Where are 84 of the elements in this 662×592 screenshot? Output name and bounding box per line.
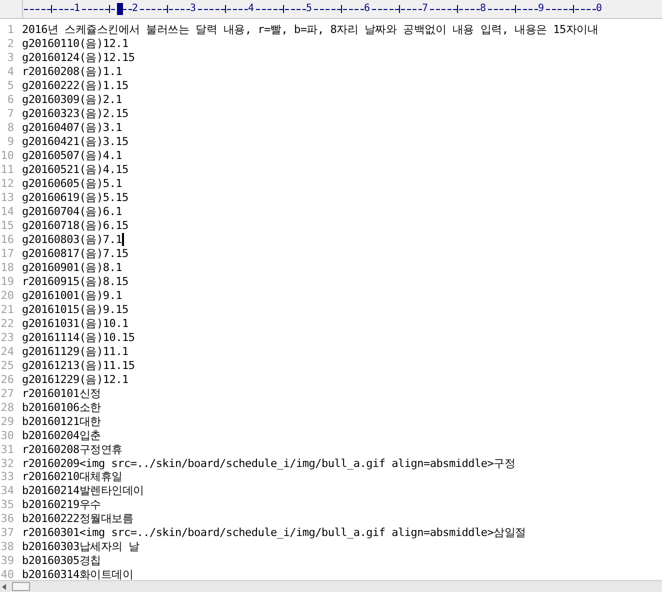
line-number: 18 xyxy=(0,260,14,274)
line-number: 40 xyxy=(0,568,14,580)
line-number: 2 xyxy=(6,37,14,50)
line-number: 34 xyxy=(0,484,14,498)
text-line[interactable]: g20160124(음)12.15 xyxy=(22,51,137,64)
text-line[interactable]: 2016년 스케쥴스킨에서 불러쓰는 달력 내용, r=빨, b=파, 8자리 날짜와 공백없이 내용 입력, 내용은 15자이내 xyxy=(22,23,600,36)
text-line[interactable]: r20160208(음)1.1 xyxy=(22,65,124,78)
text-line[interactable]: g20160407(음)3.1 xyxy=(22,121,124,134)
line-number: 12 xyxy=(0,177,14,190)
text-line[interactable]: b20160214발렌타인데이 xyxy=(22,484,146,498)
text-line[interactable]: b20160121대한 xyxy=(22,414,103,428)
text-line[interactable]: g20161229(음)12.1 xyxy=(22,372,130,386)
text-line[interactable]: r20160209<img src=../skin/board/schedule_i/img/bull_a.gif align=absmiddle>구정 xyxy=(22,456,518,470)
horizontal-scrollbar[interactable] xyxy=(0,580,662,592)
line-number: 6 xyxy=(6,93,14,106)
text-line[interactable]: g20160309(음)2.1 xyxy=(22,93,124,106)
line-number: 28 xyxy=(0,400,14,414)
line-number: 23 xyxy=(0,330,14,344)
ruler-cursor-marker xyxy=(117,3,123,15)
line-number: 17 xyxy=(0,246,14,260)
line-number: 32 xyxy=(0,456,14,470)
line-number: 15 xyxy=(0,219,14,232)
line-number: 13 xyxy=(0,191,14,204)
text-line[interactable]: g20160901(음)8.1 xyxy=(22,260,124,274)
text-line[interactable]: g20160110(음)12.1 xyxy=(22,37,130,50)
text-line[interactable]: b20160204입춘 xyxy=(22,428,103,442)
line-number: 20 xyxy=(0,288,14,302)
text-line[interactable]: g20160521(음)4.15 xyxy=(22,163,130,176)
text-line[interactable]: g20160704(음)6.1 xyxy=(22,205,124,218)
line-number: 33 xyxy=(0,470,14,484)
text-line[interactable]: g20160718(음)6.15 xyxy=(22,219,130,232)
line-number: 5 xyxy=(6,79,14,92)
line-number: 16 xyxy=(0,233,14,246)
text-line[interactable]: g20161031(음)10.1 xyxy=(22,316,130,330)
text-line[interactable]: b20160106소한 xyxy=(22,400,103,414)
line-number: 21 xyxy=(0,302,14,316)
line-number: 8 xyxy=(6,121,14,134)
line-number: 4 xyxy=(6,65,14,78)
text-line[interactable]: g20161001(음)9.1 xyxy=(22,288,124,302)
line-number: 24 xyxy=(0,344,14,358)
line-number: 14 xyxy=(0,205,14,218)
line-number: 22 xyxy=(0,316,14,330)
text-line[interactable]: g20160323(음)2.15 xyxy=(22,107,130,120)
text-line[interactable]: g20161129(음)11.1 xyxy=(22,344,130,358)
text-line[interactable]: r20160208구정연휴 xyxy=(22,442,124,456)
text-line[interactable]: r20160915(음)8.15 xyxy=(22,274,130,288)
line-number: 3 xyxy=(6,51,14,64)
text-line[interactable]: r20160210대체휴일 xyxy=(22,470,124,484)
line-number: 30 xyxy=(0,428,14,442)
line-number: 29 xyxy=(0,414,14,428)
line-number: 31 xyxy=(0,442,14,456)
line-number: 38 xyxy=(0,540,14,554)
text-line[interactable]: g20160222(음)1.15 xyxy=(22,79,130,92)
text-line[interactable]: g20160605(음)5.1 xyxy=(22,177,124,190)
line-number: 9 xyxy=(6,135,14,148)
line-number: 37 xyxy=(0,526,14,540)
text-line[interactable]: g20160817(음)7.15 xyxy=(22,246,130,260)
line-number: 39 xyxy=(0,554,14,568)
text-line[interactable]: b20160305경칩 xyxy=(22,554,103,568)
text-line[interactable]: g20160803(음)7.1 xyxy=(22,233,124,246)
line-number: 26 xyxy=(0,372,14,386)
line-number: 35 xyxy=(0,498,14,512)
line-number: 7 xyxy=(6,107,14,120)
text-line[interactable]: r20160301<img src=../skin/board/schedule_i/img/bull_a.gif align=absmiddle>삼일절 xyxy=(22,526,528,540)
text-line[interactable]: g20160421(음)3.15 xyxy=(22,135,130,148)
text-line[interactable]: g20161015(음)9.15 xyxy=(22,302,130,316)
scroll-left-icon[interactable] xyxy=(2,584,6,590)
line-number: 27 xyxy=(0,386,14,400)
line-number: 11 xyxy=(0,163,14,176)
line-number: 1 xyxy=(6,23,14,36)
text-line[interactable]: g20160619(음)5.15 xyxy=(22,191,130,204)
text-line[interactable]: r20160101신정 xyxy=(22,386,103,400)
text-line[interactable]: g20161114(음)10.15 xyxy=(22,330,137,344)
text-line[interactable]: b20160222정월대보름 xyxy=(22,512,136,526)
line-number: 25 xyxy=(0,358,14,372)
text-line[interactable]: b20160303납세자의 날 xyxy=(22,540,142,554)
scrollbar-thumb[interactable] xyxy=(12,582,30,591)
line-number: 10 xyxy=(0,149,14,162)
line-number: 19 xyxy=(0,274,14,288)
text-line[interactable]: g20160507(음)4.1 xyxy=(22,149,124,162)
line-number: 36 xyxy=(0,512,14,526)
text-line[interactable]: g20161213(음)11.15 xyxy=(22,358,137,372)
text-line[interactable]: b20160314화이트데이 xyxy=(22,568,136,580)
text-line[interactable]: b20160219우수 xyxy=(22,498,103,512)
